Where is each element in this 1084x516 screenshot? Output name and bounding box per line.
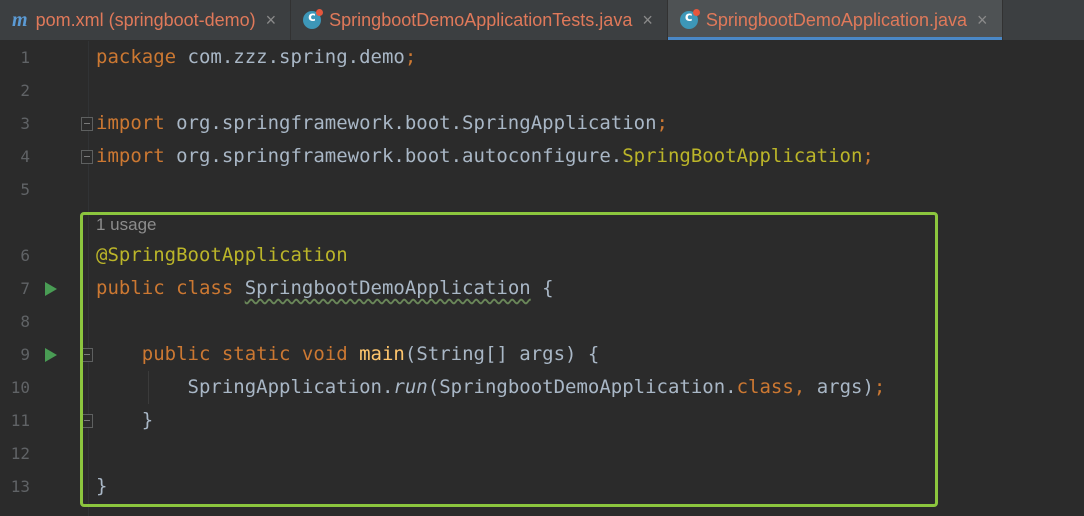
code-text[interactable]: @SpringBootApplication <box>96 239 348 272</box>
code-token: (String[] args) { <box>404 343 600 365</box>
code-token: ; <box>656 112 668 134</box>
code-text[interactable]: import org.springframework.boot.SpringAp… <box>96 107 668 140</box>
code-line[interactable]: 11 } <box>0 404 1084 437</box>
line-number[interactable]: 5 <box>0 173 30 206</box>
tab-label: SpringbootDemoApplicationTests.java <box>329 9 633 30</box>
close-icon[interactable]: × <box>977 10 988 31</box>
code-token: ; <box>404 46 417 68</box>
code-line[interactable]: 4 import org.springframework.boot.autocon… <box>0 140 1084 173</box>
tab-pom-xml[interactable]: m pom.xml (springboot-demo) × <box>0 0 292 40</box>
line-number[interactable]: 9 <box>0 338 30 371</box>
code-line[interactable]: 9 public static void main(String[] args)… <box>0 338 1084 371</box>
line-number[interactable]: 8 <box>0 305 30 338</box>
code-line[interactable]: 3 import org.springframework.boot.SpringA… <box>0 107 1084 140</box>
fold-imports-end-icon[interactable] <box>81 150 93 164</box>
line-number[interactable]: 7 <box>0 272 30 305</box>
line-number[interactable]: 1 <box>0 41 30 74</box>
line-number[interactable]: 4 <box>0 140 30 173</box>
code-token: package <box>96 46 177 68</box>
fold-method-icon[interactable] <box>81 348 93 362</box>
code-token: run <box>393 376 428 398</box>
code-line[interactable]: 1 package com.zzz.spring.demo; <box>0 41 1084 74</box>
code-line[interactable]: 8 <box>0 305 1084 338</box>
code-text[interactable]: package com.zzz.spring.demo; <box>96 41 416 74</box>
code-token: com.zzz.spring.demo <box>176 46 405 68</box>
code-token: } <box>96 409 154 431</box>
tab-application[interactable]: SpringbootDemoApplication.java × <box>667 0 1003 40</box>
indent-guide <box>148 371 149 404</box>
code-line[interactable]: 7 public class SpringbootDemoApplication … <box>0 272 1084 305</box>
code-text[interactable]: public static void main(String[] args) { <box>96 338 600 371</box>
code-token: SpringApplication. <box>96 376 394 398</box>
code-text[interactable]: } <box>96 470 107 503</box>
code-text[interactable]: SpringApplication.run(SpringbootDemoAppl… <box>96 371 886 404</box>
code-token: import <box>96 145 165 167</box>
code-token: (SpringbootDemoApplication. <box>427 376 737 398</box>
line-number[interactable]: 3 <box>0 107 30 140</box>
java-class-icon <box>303 9 324 29</box>
code-text[interactable]: } <box>96 404 153 437</box>
code-token: ; <box>873 376 886 398</box>
code-text[interactable]: public class SpringbootDemoApplication { <box>96 272 554 305</box>
code-line[interactable]: 10 SpringApplication.run(SpringbootDemoA… <box>0 371 1084 404</box>
usage-hint[interactable]: 1 usage <box>96 208 157 241</box>
code-token: args) <box>816 376 874 398</box>
run-main-icon[interactable] <box>45 348 57 362</box>
fold-method-end-icon[interactable] <box>81 414 93 428</box>
code-line[interactable]: 12 <box>0 437 1084 470</box>
code-token: main <box>359 343 405 365</box>
line-number[interactable]: 2 <box>0 74 30 107</box>
close-icon[interactable]: × <box>266 10 277 31</box>
code-text[interactable]: import org.springframework.boot.autoconf… <box>96 140 874 173</box>
line-number[interactable]: 11 <box>0 404 30 437</box>
code-token: SpringBootApplication <box>622 145 863 167</box>
fold-imports-icon[interactable] <box>81 117 93 131</box>
code-token: @SpringBootApplication <box>96 244 348 266</box>
tab-label: SpringbootDemoApplication.java <box>705 9 968 30</box>
tab-application-tests[interactable]: SpringbootDemoApplicationTests.java × <box>291 0 668 40</box>
close-icon[interactable]: × <box>642 10 653 31</box>
code-token: import <box>96 112 165 134</box>
line-number[interactable]: 6 <box>0 239 30 272</box>
line-number[interactable]: 10 <box>0 371 30 404</box>
code-token: public static void <box>141 343 360 365</box>
code-line[interactable]: 13} <box>0 470 1084 503</box>
code-line[interactable]: 2 <box>0 74 1084 107</box>
code-token: class, <box>736 376 817 398</box>
code-token: { <box>530 277 554 299</box>
java-class-icon <box>679 9 700 29</box>
code-token: org.springframework.boot.autoconfigure. <box>164 145 623 167</box>
maven-icon: m <box>12 8 28 31</box>
code-editor[interactable]: 1 package com.zzz.spring.demo; 2 3 import or… <box>0 41 1084 516</box>
run-class-icon[interactable] <box>45 282 57 296</box>
line-number[interactable]: 12 <box>0 437 30 470</box>
code-token: ; <box>862 145 874 167</box>
tab-label: pom.xml (springboot-demo) <box>35 9 256 30</box>
code-line[interactable]: 5 <box>0 173 1084 206</box>
code-token: public class <box>96 277 245 299</box>
code-token: org.springframework.boot.SpringApplicati… <box>164 112 657 134</box>
line-number[interactable]: 13 <box>0 470 30 503</box>
code-token: } <box>96 475 108 497</box>
editor-tab-bar: m pom.xml (springboot-demo) × Springboot… <box>0 0 1084 41</box>
code-line[interactable]: 6 @SpringBootApplication <box>0 239 1084 272</box>
code-token: SpringbootDemoApplication <box>244 277 531 299</box>
